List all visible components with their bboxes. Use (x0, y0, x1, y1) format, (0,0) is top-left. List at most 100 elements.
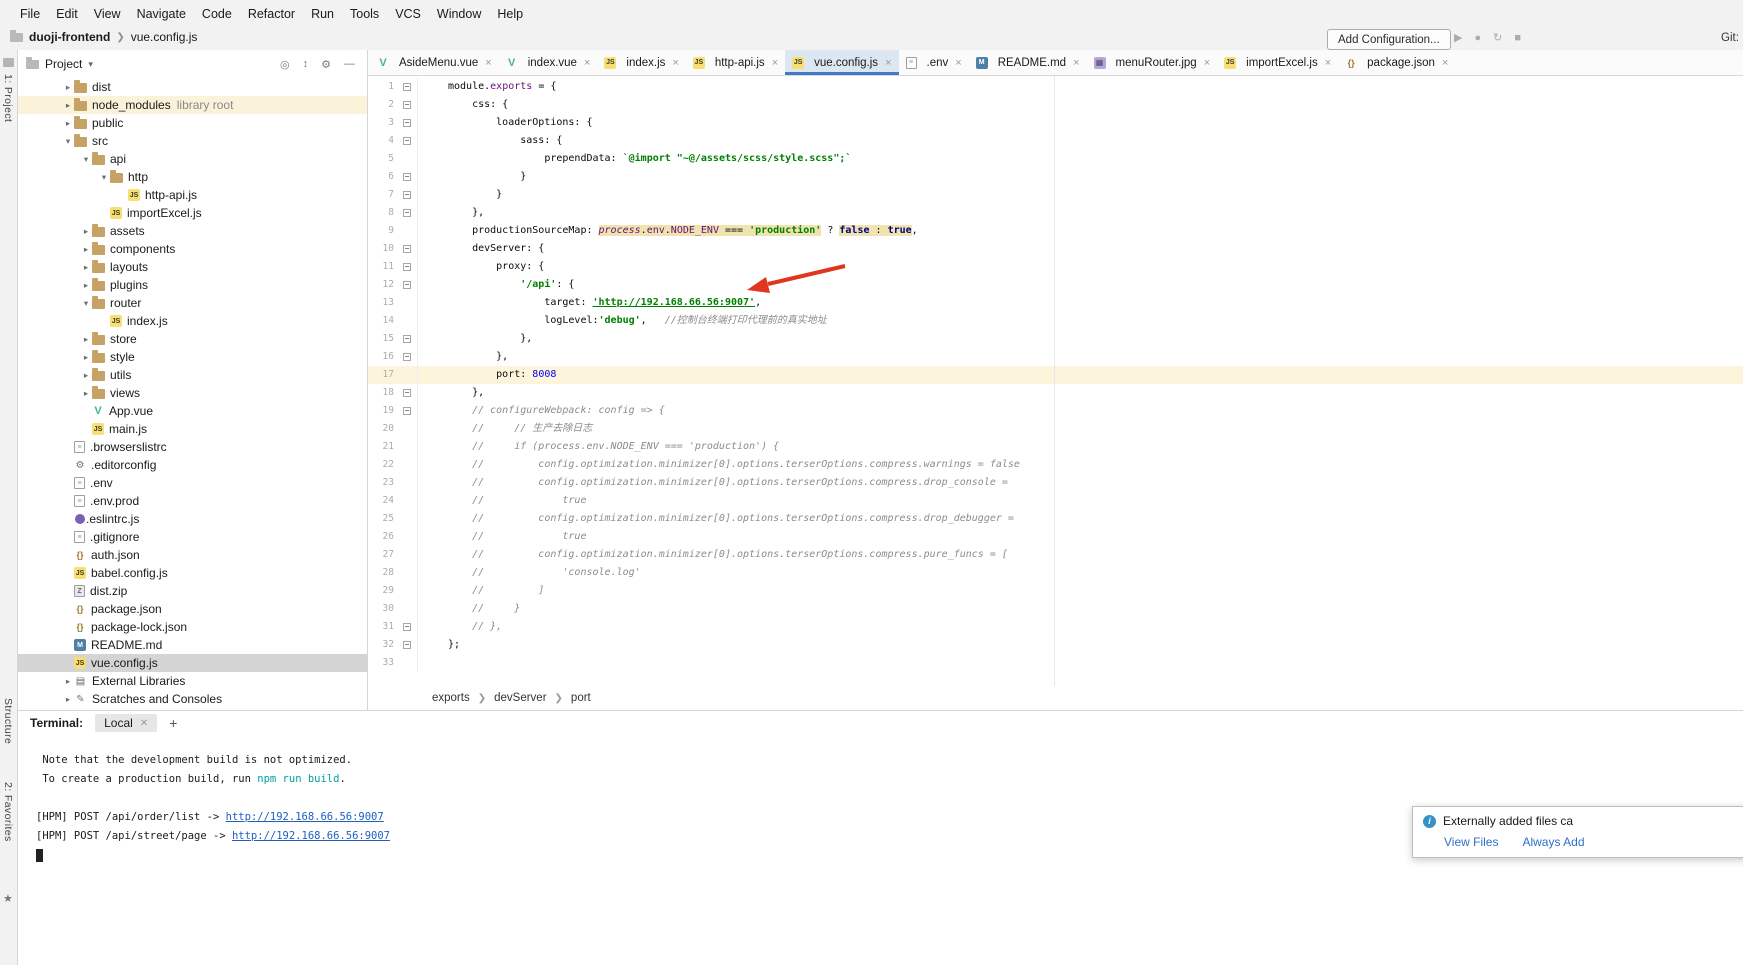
editor-tab-index-js[interactable]: JSindex.js× (597, 50, 685, 75)
fold-marker-icon[interactable] (403, 407, 411, 415)
stop-icon[interactable]: ■ (1514, 32, 1521, 44)
fold-marker-icon[interactable] (403, 137, 411, 145)
tree-item-package-lock-json[interactable]: {}package-lock.json (18, 618, 367, 636)
code-line[interactable]: 5 prependData: `@import "~@/assets/scss/… (368, 150, 1743, 168)
fold-marker-icon[interactable] (403, 119, 411, 127)
code-line[interactable]: 30 // } (368, 600, 1743, 618)
close-icon[interactable]: × (1442, 57, 1448, 69)
breadcrumb-port[interactable]: port (571, 692, 591, 704)
code-line[interactable]: 11 proxy: { (368, 258, 1743, 276)
code-line[interactable]: 15 }, (368, 330, 1743, 348)
breadcrumb-project[interactable]: duoji-frontend (29, 30, 110, 44)
code-line[interactable]: 32}; (368, 636, 1743, 654)
code-line[interactable]: 8 }, (368, 204, 1743, 222)
code-line[interactable]: 13 target: 'http://192.168.66.56:9007', (368, 294, 1743, 312)
menu-tools[interactable]: Tools (342, 4, 387, 24)
terminal-link[interactable]: http://192.168.66.56:9007 (232, 830, 390, 842)
editor-tab-package-json[interactable]: {}package.json× (1338, 50, 1455, 75)
editor-tab--env[interactable]: ≡.env× (899, 50, 969, 75)
tree-item-main-js[interactable]: JSmain.js (18, 420, 367, 438)
close-icon[interactable]: × (955, 57, 961, 69)
close-icon[interactable]: × (485, 57, 491, 69)
terminal-label[interactable]: Terminal: (30, 716, 83, 730)
locate-icon[interactable]: ◎ (280, 58, 290, 71)
code-line[interactable]: 3 loaderOptions: { (368, 114, 1743, 132)
close-icon[interactable]: × (584, 57, 590, 69)
tree-item-importexcel-js[interactable]: JSimportExcel.js (18, 204, 367, 222)
close-icon[interactable]: × (1073, 57, 1079, 69)
editor-tab-vue-config-js[interactable]: JSvue.config.js× (785, 50, 898, 75)
tree-chevron-icon[interactable]: ▸ (80, 352, 92, 363)
tree-chevron-icon[interactable]: ▾ (80, 298, 92, 309)
tree-item--env-prod[interactable]: ≡.env.prod (18, 492, 367, 510)
close-icon[interactable]: × (885, 57, 891, 69)
tree-item-http[interactable]: ▾http (18, 168, 367, 186)
favorites-star-icon[interactable]: ★ (3, 892, 13, 905)
code-line[interactable]: 21 // if (process.env.NODE_ENV === 'prod… (368, 438, 1743, 456)
breadcrumb-devserver[interactable]: devServer (494, 692, 546, 704)
code-line[interactable]: 4 sass: { (368, 132, 1743, 150)
tree-item-src[interactable]: ▾src (18, 132, 367, 150)
view-files-link[interactable]: View Files (1444, 835, 1498, 849)
code-line[interactable]: 28 // 'console.log' (368, 564, 1743, 582)
code-line[interactable]: 9 productionSourceMap: process.env.NODE_… (368, 222, 1743, 240)
tree-item-node-modules[interactable]: ▸node_moduleslibrary root (18, 96, 367, 114)
code-line[interactable]: 22 // config.optimization.minimizer[0].o… (368, 456, 1743, 474)
tree-item-style[interactable]: ▸style (18, 348, 367, 366)
fold-marker-icon[interactable] (403, 245, 411, 253)
fold-marker-icon[interactable] (403, 353, 411, 361)
fold-marker-icon[interactable] (403, 281, 411, 289)
tree-item-utils[interactable]: ▸utils (18, 366, 367, 384)
fold-marker-icon[interactable] (403, 389, 411, 397)
tree-chevron-icon[interactable]: ▸ (80, 280, 92, 291)
editor-tab-index-vue[interactable]: Vindex.vue× (499, 50, 598, 75)
fold-marker-icon[interactable] (403, 209, 411, 217)
stripe-structure-button[interactable]: Structure (2, 698, 14, 744)
tree-item-babel-config-js[interactable]: JSbabel.config.js (18, 564, 367, 582)
collapse-icon[interactable]: ↕ (303, 58, 309, 71)
settings-icon[interactable]: ⚙ (321, 58, 331, 71)
tree-item-plugins[interactable]: ▸plugins (18, 276, 367, 294)
menu-help[interactable]: Help (489, 4, 531, 24)
code-line[interactable]: 27 // config.optimization.minimizer[0].o… (368, 546, 1743, 564)
menu-view[interactable]: View (86, 4, 129, 24)
close-icon[interactable]: × (1325, 57, 1331, 69)
tree-item-app-vue[interactable]: VApp.vue (18, 402, 367, 420)
code-line[interactable]: 2 css: { (368, 96, 1743, 114)
terminal-link[interactable]: http://192.168.66.56:9007 (226, 811, 384, 823)
git-label[interactable]: Git: (1721, 32, 1739, 44)
tree-item--gitignore[interactable]: ≡.gitignore (18, 528, 367, 546)
code-line[interactable]: 14 logLevel:'debug', //控制台终端打印代理前的真实地址 (368, 312, 1743, 330)
hide-icon[interactable]: — (344, 58, 355, 71)
menu-window[interactable]: Window (429, 4, 489, 24)
close-icon[interactable]: × (672, 57, 678, 69)
menu-navigate[interactable]: Navigate (129, 4, 194, 24)
tree-item--browserslistrc[interactable]: ≡.browserslistrc (18, 438, 367, 456)
tree-item-dist[interactable]: ▸dist (18, 78, 367, 96)
editor-tab-menurouter-jpg[interactable]: ▦menuRouter.jpg× (1087, 50, 1218, 75)
code-line[interactable]: 19 // configureWebpack: config => { (368, 402, 1743, 420)
code-line[interactable]: 10 devServer: { (368, 240, 1743, 258)
tree-item--eslintrc-js[interactable]: .eslintrc.js (18, 510, 367, 528)
tree-chevron-icon[interactable]: ▸ (62, 118, 74, 129)
tree-item-views[interactable]: ▸views (18, 384, 367, 402)
stripe-project-button[interactable]: 1: Project (2, 74, 14, 122)
tree-item-router[interactable]: ▾router (18, 294, 367, 312)
tree-chevron-icon[interactable]: ▸ (80, 226, 92, 237)
menu-code[interactable]: Code (194, 4, 240, 24)
debug-icon[interactable]: ● (1474, 32, 1481, 44)
code-line[interactable]: 7 } (368, 186, 1743, 204)
fold-marker-icon[interactable] (403, 173, 411, 181)
tree-chevron-icon[interactable]: ▸ (80, 388, 92, 399)
close-icon[interactable]: × (1204, 57, 1210, 69)
code-line[interactable]: 12 '/api': { (368, 276, 1743, 294)
project-view-selector[interactable]: Project (45, 57, 82, 71)
menu-file[interactable]: File (12, 4, 48, 24)
tree-chevron-icon[interactable]: ▾ (62, 136, 74, 147)
tree-item--editorconfig[interactable]: ⚙.editorconfig (18, 456, 367, 474)
code-line[interactable]: 1module.exports = { (368, 78, 1743, 96)
tree-chevron-icon[interactable]: ▸ (80, 370, 92, 381)
menu-edit[interactable]: Edit (48, 4, 86, 24)
close-icon[interactable]: ✕ (140, 718, 148, 729)
code-line[interactable]: 17 port: 8008 (368, 366, 1743, 384)
